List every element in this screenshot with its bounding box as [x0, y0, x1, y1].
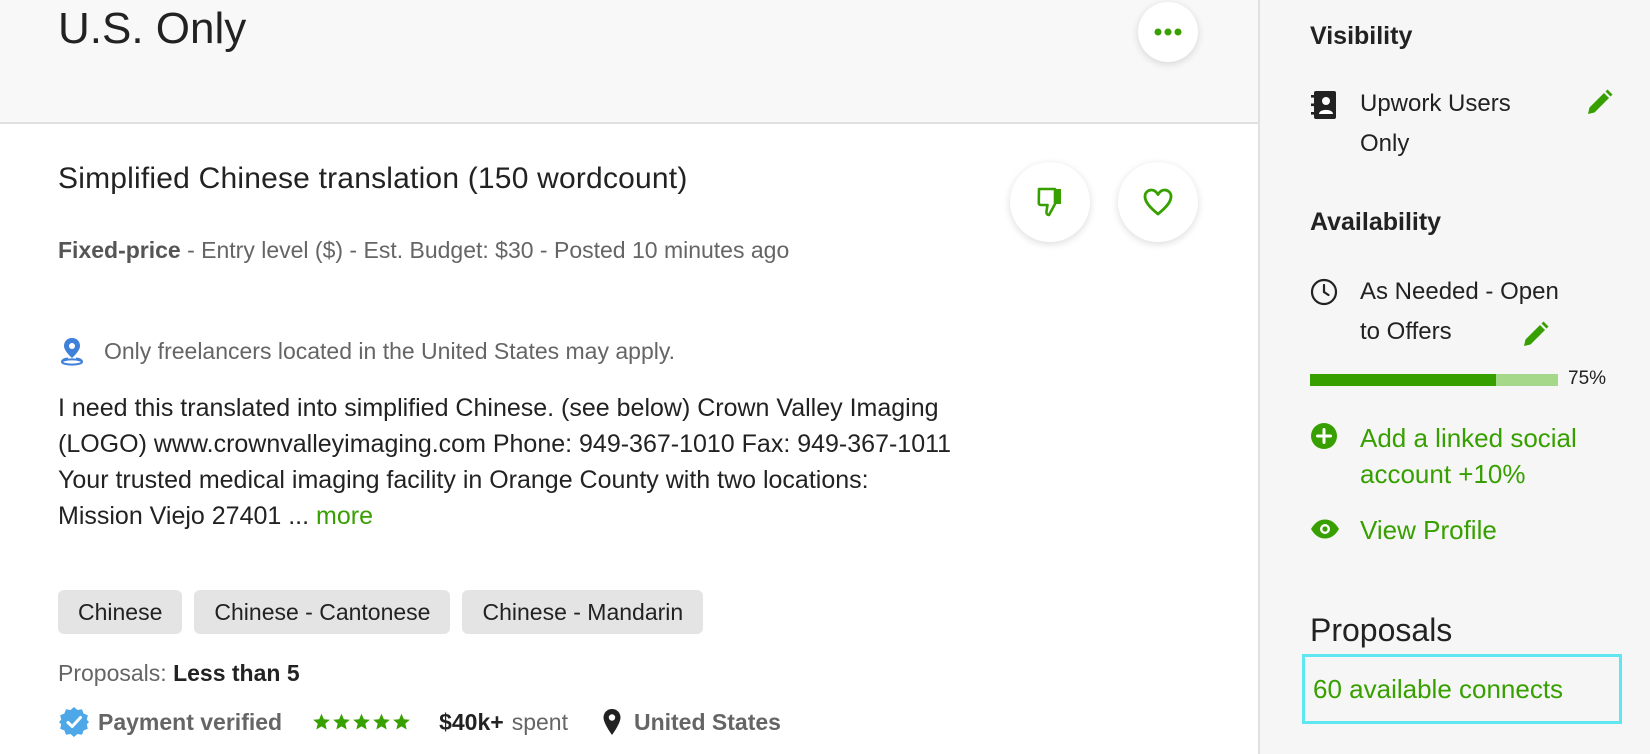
client-country: United States — [633, 708, 781, 735]
edit-visibility-pencil-icon[interactable] — [1584, 88, 1614, 118]
add-linked-social-line2: account +10% — [1360, 459, 1526, 489]
map-pin-icon — [603, 709, 621, 735]
eye-icon[interactable] — [1310, 518, 1340, 540]
skill-tag[interactable]: Chinese - Cantonese — [194, 590, 451, 634]
skill-tag[interactable]: Chinese - Mandarin — [462, 590, 704, 634]
previous-job-title[interactable]: U.S. Only — [58, 4, 246, 54]
client-info: Payment verified $40k+ spent United Stat… — [58, 704, 781, 740]
more-link[interactable]: more — [316, 502, 373, 530]
location-restriction: Only freelancers located in the United S… — [58, 334, 675, 368]
job-meta: Fixed-price - Entry level ($) - Est. Bud… — [58, 230, 938, 270]
visibility-value: Upwork Users Only — [1360, 84, 1511, 164]
visibility-heading: Visibility — [1310, 22, 1413, 50]
job-meta-details: - Entry level ($) - Est. Budget: $30 - P… — [180, 237, 790, 263]
availability-heading: Availability — [1310, 208, 1442, 236]
verified-badge-icon — [59, 707, 89, 737]
star-icon — [353, 713, 370, 730]
skill-tags: Chinese Chinese - Cantonese Chinese - Ma… — [58, 590, 704, 634]
dislike-job-button[interactable] — [1010, 162, 1090, 242]
skill-tag[interactable]: Chinese — [58, 590, 183, 634]
add-linked-social-link[interactable]: Add a linked social account +10% — [1360, 420, 1577, 492]
star-icon — [313, 713, 330, 730]
location-restriction-text: Only freelancers located in the United S… — [104, 337, 676, 364]
more-options-button[interactable] — [1138, 2, 1198, 62]
contact-book-icon — [1311, 91, 1336, 119]
client-rating-stars — [312, 713, 411, 731]
availability-value-line1: As Needed - Open — [1360, 278, 1559, 305]
plus-circle-icon[interactable] — [1310, 422, 1338, 450]
payment-verified-label: Payment verified — [98, 708, 283, 735]
add-linked-social-line1: Add a linked social — [1360, 423, 1577, 453]
job-description: I need this translated into simplified C… — [58, 390, 958, 534]
proposals-value: Less than 5 — [173, 660, 300, 686]
profile-completeness-bar — [1310, 374, 1558, 386]
visibility-value-line1: Upwork Users — [1360, 90, 1511, 117]
job-title[interactable]: Simplified Chinese translation (150 word… — [58, 162, 688, 196]
previous-job-card: U.S. Only — [0, 0, 1258, 124]
more-horizontal-icon — [1154, 28, 1182, 36]
star-icon — [393, 713, 410, 730]
profile-sidebar: Visibility Upwork Users Only Availabilit… — [1258, 0, 1650, 754]
visibility-value-line2: Only — [1360, 130, 1410, 157]
proposals-heading: Proposals — [1310, 612, 1453, 648]
proposals-count: Proposals: Less than 5 — [58, 660, 300, 687]
job-feed: U.S. Only Simplified Chinese translation… — [0, 0, 1258, 754]
edit-availability-pencil-icon[interactable] — [1520, 320, 1550, 350]
heart-icon — [1143, 188, 1173, 216]
location-pin-icon — [61, 338, 83, 366]
job-description-text: I need this translated into simplified C… — [58, 394, 952, 530]
proposals-label: Proposals: — [58, 660, 167, 686]
thumbs-down-icon — [1037, 187, 1061, 217]
profile-completeness-label: 75% — [1568, 368, 1607, 389]
profile-completeness-fill — [1310, 374, 1496, 386]
star-icon — [373, 713, 390, 730]
view-profile-link[interactable]: View Profile — [1360, 512, 1497, 548]
available-connects-link[interactable]: 60 available connects — [1302, 654, 1622, 724]
client-spent-label: spent — [511, 708, 568, 735]
job-type: Fixed-price — [58, 237, 181, 263]
client-spent-amount: $40k+ — [439, 708, 504, 735]
clock-icon — [1310, 278, 1338, 306]
save-job-button[interactable] — [1118, 162, 1198, 242]
star-icon — [333, 713, 350, 730]
